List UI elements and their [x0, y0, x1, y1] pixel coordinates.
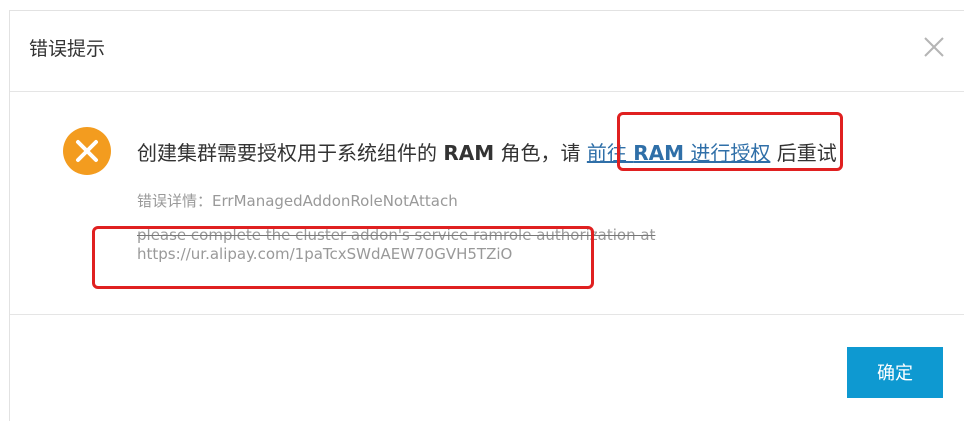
message-ram: RAM	[443, 141, 495, 165]
close-icon	[924, 37, 944, 57]
detail-line: please complete the cluster addon's serv…	[137, 226, 656, 244]
dialog-body: 创建集群需要授权用于系统组件的 RAM 角色，请 前往 RAM 进行授权 后重试…	[10, 92, 964, 315]
link-ram: RAM	[633, 141, 684, 165]
message-prefix: 创建集群需要授权用于系统组件的	[137, 141, 444, 165]
error-dialog: 错误提示 创建集群需要授权用于系统组件的 RAM 角色，请 前往 RAM 进行授…	[9, 10, 964, 421]
message-middle: 角色，请	[494, 141, 587, 165]
dialog-title: 错误提示	[29, 38, 106, 60]
ram-authorize-link[interactable]: 前往 RAM 进行授权	[587, 141, 771, 165]
link-suffix: 进行授权	[684, 141, 771, 165]
confirm-button[interactable]: 确定	[847, 347, 943, 398]
error-detail-text: please complete the cluster addon's serv…	[137, 226, 777, 264]
detail-url: https://ur.alipay.com/1paTcxSWdAEW70GVH5…	[137, 245, 513, 263]
close-button[interactable]	[922, 35, 946, 59]
error-message: 创建集群需要授权用于系统组件的 RAM 角色，请 前往 RAM 进行授权 后重试	[137, 138, 837, 168]
detail-label: 错误详情：	[137, 192, 213, 210]
detail-code: ErrManagedAddonRoleNotAttach	[212, 192, 458, 210]
error-circle-x-icon	[63, 127, 111, 175]
message-suffix: 后重试	[770, 141, 837, 165]
error-detail-row: 错误详情：ErrManagedAddonRoleNotAttach	[137, 190, 458, 211]
link-prefix: 前往	[586, 141, 634, 165]
dialog-header: 错误提示	[10, 11, 964, 92]
